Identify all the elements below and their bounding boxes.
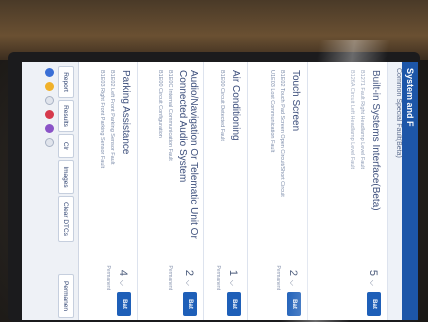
app-screen: System and F Common Special Fault(Beta) … (22, 62, 418, 320)
permanent-label: Permanent (167, 265, 173, 290)
app-title: System and F (405, 68, 415, 127)
fault-section-touch-screen[interactable]: Touch Screen B1E02 Touch Pad Screen Open… (248, 62, 308, 320)
action-button[interactable]: Bat (227, 292, 241, 316)
chevron-down-icon[interactable]: ⌵ (367, 280, 377, 286)
page-subtitle: Common Special Fault(Beta) (388, 62, 402, 320)
section-title: Audio/Navigation Or Telematic Unit Or Co… (177, 70, 199, 239)
section-title: Air Conditioning (230, 70, 241, 141)
wooden-surface (0, 0, 428, 60)
yellow-indicator-icon[interactable] (45, 82, 54, 91)
grey-indicator-icon[interactable] (45, 96, 54, 105)
section-title: Parking Assistance (120, 70, 131, 155)
section-title: Built-in Systems Interface(Beta) (370, 70, 381, 211)
action-button[interactable]: Bat (183, 292, 197, 316)
fault-detail: B1E02 Left Front Parking Sensor Fault (109, 70, 115, 165)
chevron-down-icon[interactable]: ⌵ (183, 280, 193, 286)
fault-count: 2 (183, 269, 195, 276)
clear-button[interactable]: Clr (58, 134, 74, 158)
section-title: Touch Screen (290, 70, 301, 132)
fault-section-audio-navigation[interactable]: Audio/Navigation Or Telematic Unit Or Co… (138, 62, 204, 320)
chevron-down-icon[interactable]: ⌵ (117, 280, 127, 286)
permanent-label: Permanent (215, 265, 221, 290)
fault-section-air-conditioning[interactable]: Air Conditioning B1E00 Circuit Detected … (204, 62, 248, 320)
images-button[interactable]: Images (58, 160, 74, 194)
fault-count: 5 (367, 269, 379, 276)
permanent-label: Permanent (275, 265, 281, 290)
fault-detail: B1271 Fault Right Headlamp Level Fault (359, 70, 365, 170)
fault-detail: B1E00 Circuit Detected Fault (219, 70, 225, 141)
app-title-bar: System and F (402, 62, 418, 320)
fault-detail: B1E03 Right Front Parking Sensor Fault (99, 70, 105, 169)
permanent-button[interactable]: Permanen (58, 274, 74, 318)
fault-count: 2 (287, 269, 299, 276)
purple-indicator-icon[interactable] (45, 124, 54, 133)
fault-detail: B1E02 Touch Pad Screen Open Circuit/Shor… (279, 70, 285, 197)
action-button[interactable]: Bat (287, 292, 301, 316)
clear-dtcs-button[interactable]: Clear DTCs (58, 196, 74, 242)
results-button[interactable]: Results (58, 100, 74, 132)
fault-count: 1 (227, 269, 239, 276)
action-button[interactable]: Bat (367, 292, 381, 316)
chevron-down-icon[interactable]: ⌵ (227, 280, 237, 286)
fault-section-parking-assistance[interactable]: Parking Assistance B1E02 Left Front Park… (78, 62, 138, 320)
tablet-screen: System and F Common Special Fault(Beta) … (22, 62, 418, 320)
fault-count: 4 (117, 269, 129, 276)
fault-detail: B1E00 Circuit Configuration (157, 70, 163, 138)
fault-detail: B126A Circuit Left Headlamp Level Fault (349, 70, 355, 170)
blue-indicator-icon[interactable] (45, 68, 54, 77)
chevron-down-icon[interactable]: ⌵ (287, 280, 297, 286)
permanent-label: Permanent (105, 265, 111, 290)
fault-detail: B1E0C Internal Communication Fault (167, 70, 173, 161)
settings-indicator-icon[interactable] (45, 138, 54, 147)
bottom-toolbar: Report Results Clr Images Clear DTCs Per… (22, 62, 79, 320)
fault-detail: U1E03 Lost Communication Fault (269, 70, 275, 153)
red-indicator-icon[interactable] (45, 110, 54, 119)
action-button[interactable]: Bat (117, 292, 131, 316)
report-button[interactable]: Report (58, 66, 74, 98)
fault-section-built-in[interactable]: Built-in Systems Interface(Beta) B1271 F… (308, 62, 388, 320)
